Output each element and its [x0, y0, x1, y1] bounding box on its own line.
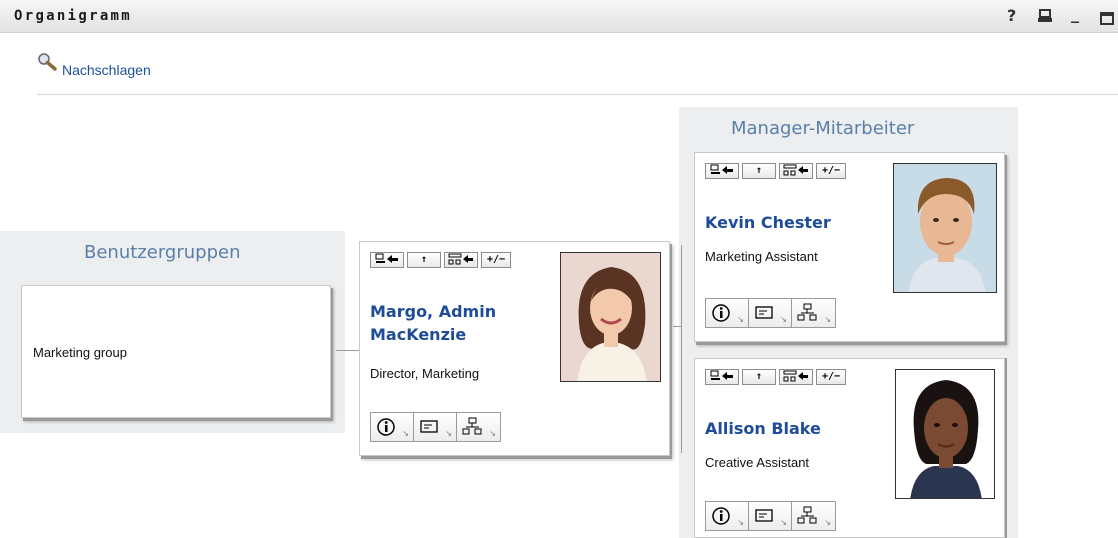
info-button[interactable]: ↘	[371, 413, 414, 441]
select-root-button[interactable]	[705, 163, 739, 179]
person-name-line2[interactable]: MacKenzie	[370, 323, 496, 346]
connector-line	[673, 326, 682, 327]
connector-line	[681, 245, 682, 453]
expand-button[interactable]	[444, 252, 478, 268]
person-toolbar: ↑ +/−	[705, 163, 846, 179]
message-icon	[754, 506, 774, 530]
person-title: Creative Assistant	[705, 455, 810, 470]
window-title: Organigramm	[14, 8, 133, 24]
person-photo	[895, 369, 995, 499]
message-icon	[754, 303, 774, 327]
expand-button[interactable]	[779, 163, 813, 179]
person-actions: ↘ ↘ ↘	[370, 412, 501, 442]
org-chart-button[interactable]: ↘	[457, 413, 500, 441]
org-chart-icon	[797, 506, 817, 530]
connector-line	[336, 350, 361, 351]
person-name[interactable]: Allison Blake	[705, 417, 821, 440]
info-button[interactable]: ↘	[706, 502, 749, 530]
divider	[37, 94, 1118, 95]
person-actions: ↘ ↘ ↘	[705, 298, 836, 328]
magnifier-icon	[37, 52, 59, 78]
toggle-button[interactable]: +/−	[816, 163, 846, 179]
message-button[interactable]: ↘	[749, 299, 792, 327]
window-titlebar: Organigramm ? _	[0, 0, 1118, 33]
person-photo	[893, 163, 997, 293]
up-button[interactable]: ↑	[407, 252, 441, 268]
person-title: Marketing Assistant	[705, 249, 818, 264]
org-chart-button[interactable]: ↘	[792, 299, 835, 327]
groups-panel-title: Benutzergruppen	[84, 242, 241, 263]
person-toolbar: ↑ +/−	[370, 252, 511, 268]
select-root-button[interactable]	[705, 369, 739, 385]
person-name[interactable]: Kevin Chester	[705, 211, 831, 234]
org-chart-button[interactable]: ↘	[792, 502, 835, 530]
person-title: Director, Marketing	[370, 366, 480, 381]
select-root-button[interactable]	[370, 252, 404, 268]
lookup-label: Nachschlagen	[62, 62, 151, 78]
info-button[interactable]: ↘	[706, 299, 749, 327]
message-button[interactable]: ↘	[749, 502, 792, 530]
person-name-line1[interactable]: Margo, Admin	[370, 300, 496, 323]
toggle-button[interactable]: +/−	[481, 252, 511, 268]
group-card[interactable]: Marketing group	[21, 285, 331, 418]
print-icon[interactable]	[1038, 8, 1052, 27]
person-card-allison[interactable]: ↑ +/− Allison Blake Creative Assistant ↘…	[694, 358, 1005, 538]
org-chart-icon	[462, 417, 482, 441]
group-label[interactable]: Marketing group	[33, 345, 127, 360]
manager-panel-title: Manager-Mitarbeiter	[731, 118, 915, 139]
person-card-kevin[interactable]: ↑ +/− Kevin Chester Marketing Assistant …	[694, 152, 1005, 342]
maximize-icon[interactable]	[1100, 10, 1114, 29]
message-icon	[419, 417, 439, 441]
person-toolbar: ↑ +/−	[705, 369, 846, 385]
expand-button[interactable]	[779, 369, 813, 385]
info-icon	[711, 506, 731, 530]
org-chart-icon	[797, 303, 817, 327]
info-icon	[711, 303, 731, 327]
up-button[interactable]: ↑	[742, 369, 776, 385]
person-photo	[560, 252, 661, 382]
toggle-button[interactable]: +/−	[816, 369, 846, 385]
help-button[interactable]: ?	[1007, 6, 1016, 25]
up-button[interactable]: ↑	[742, 163, 776, 179]
person-name[interactable]: Margo, Admin MacKenzie	[370, 300, 496, 346]
message-button[interactable]: ↘	[414, 413, 457, 441]
person-card-margo[interactable]: ↑ +/− Margo, Admin MacKenzie Director, M…	[359, 241, 670, 456]
minimize-button[interactable]: _	[1071, 4, 1079, 23]
info-icon	[376, 417, 396, 441]
person-actions: ↘ ↘ ↘	[705, 501, 836, 531]
